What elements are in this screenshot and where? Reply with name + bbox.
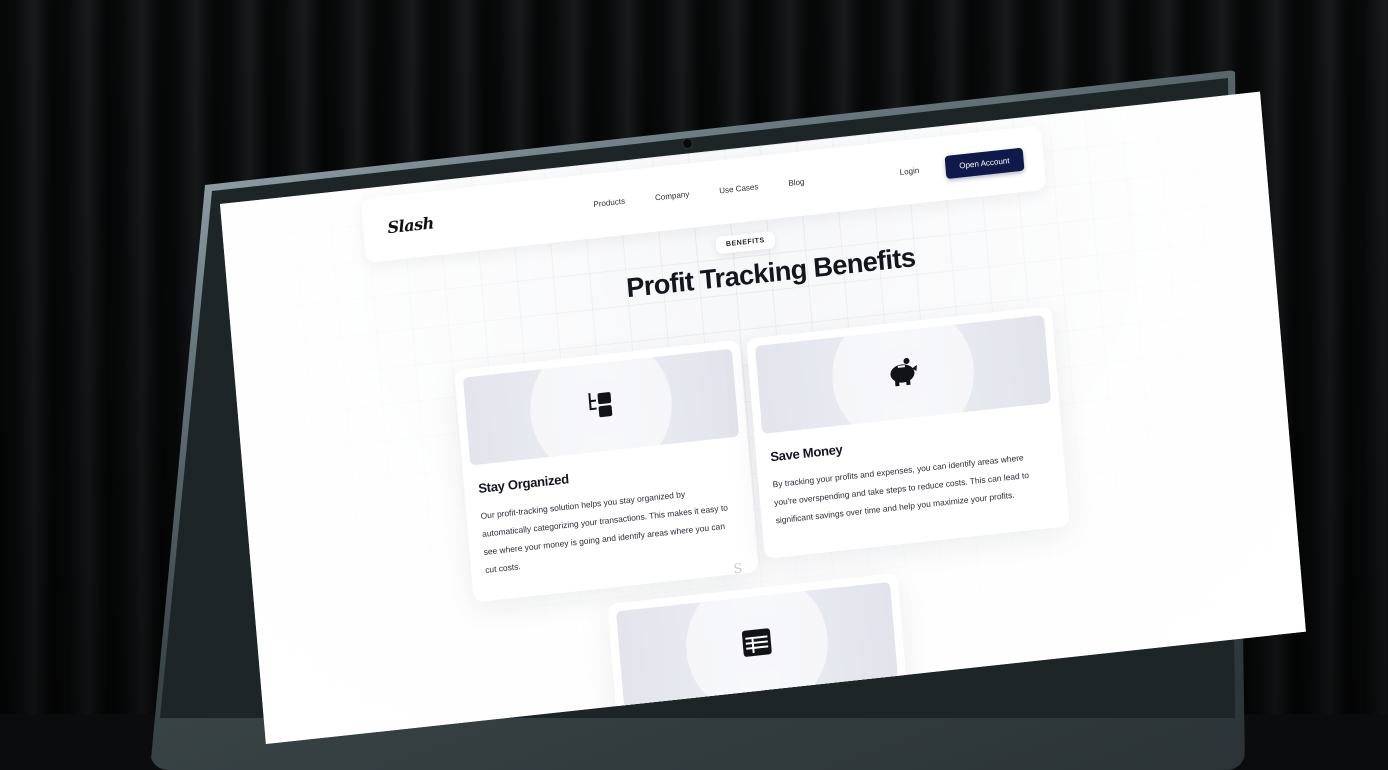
webcam-icon (683, 139, 692, 148)
logo[interactable]: Slash (387, 213, 435, 237)
piggy-bank-icon (885, 356, 922, 394)
nav-link-products[interactable]: Products (593, 197, 625, 209)
card-save-money: Save Money By tracking your profits and … (746, 305, 1070, 559)
table-icon (741, 627, 774, 662)
nav-links: Products Company Use Cases Blog (593, 177, 805, 209)
browser-screen: Slash Products Company Use Cases Blog Lo… (220, 91, 1306, 745)
login-link[interactable]: Login (899, 166, 919, 177)
card-body: Our profit-tracking solution helps you s… (480, 488, 729, 575)
divider-logo: S (732, 561, 744, 578)
card-media (462, 348, 740, 466)
nav-link-use-cases[interactable]: Use Cases (719, 182, 759, 195)
card-media (754, 314, 1052, 435)
nav-link-company[interactable]: Company (655, 190, 690, 203)
nav-actions: Login Open Account (899, 147, 1025, 184)
card-title: Save Money (769, 441, 844, 465)
organize-icon (587, 389, 616, 426)
card-stay-organized: Stay Organized Our profit-tracking solut… (454, 339, 759, 603)
nav-link-blog[interactable]: Blog (788, 177, 805, 188)
open-account-button[interactable]: Open Account (944, 147, 1025, 180)
card-title: Stay Organized (477, 471, 570, 496)
